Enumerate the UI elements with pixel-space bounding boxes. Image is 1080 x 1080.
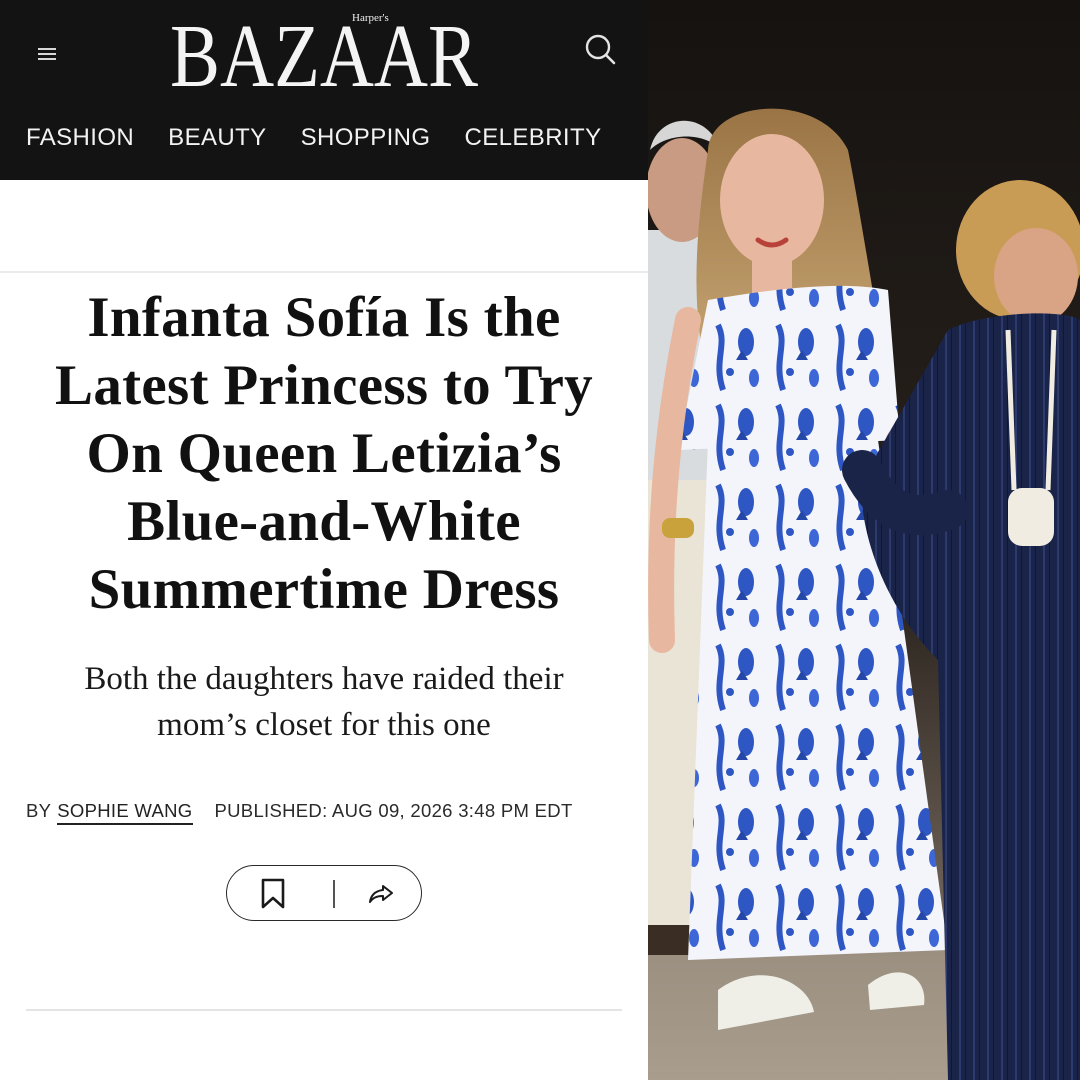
logo-wordmark: BAZAAR (170, 7, 478, 96)
nav-item-shopping[interactable]: SHOPPING (301, 124, 431, 152)
bookmark-icon (261, 878, 285, 909)
hamburger-menu-icon[interactable] (36, 44, 60, 64)
article-panel: Harper's BAZAAR FASHION BEAUTY SHOPPING … (0, 0, 648, 1080)
byline: BY SOPHIE WANG PUBLISHED: AUG 09, 2026 3:4… (26, 800, 573, 825)
headline-line: Infanta Sofía Is the (87, 286, 561, 349)
article-headline: Infanta Sofía Is the Latest Princess to … (14, 284, 634, 624)
divider-top (0, 271, 648, 273)
share-icon (369, 885, 393, 903)
published-date: PUBLISHED: AUG 09, 2026 3:48 PM EDT (214, 800, 573, 821)
divider-bottom (26, 1009, 622, 1011)
ad-placeholder (0, 180, 648, 272)
site-header: Harper's BAZAAR FASHION BEAUTY SHOPPING … (0, 0, 648, 180)
author-link[interactable]: SOPHIE WANG (57, 800, 193, 825)
headline-line: Summertime Dress (88, 558, 560, 621)
byline-prefix: BY (26, 800, 52, 821)
photo-illustration (648, 0, 1080, 1080)
headline-line: On Queen Letizia’s (86, 422, 562, 485)
article-dek: Both the daughters have raided their mom… (30, 656, 618, 748)
headline-line: Latest Princess to Try (55, 354, 593, 417)
primary-nav: FASHION BEAUTY SHOPPING CELEBRITY (26, 124, 601, 152)
actions-divider (333, 880, 335, 908)
dek-line: Both the daughters have raided their (84, 661, 564, 697)
headline-line: Blue-and-White (127, 490, 521, 553)
bookmark-button[interactable] (253, 876, 293, 912)
dek-line: mom’s closet for this one (157, 707, 491, 743)
bazaar-logo[interactable]: Harper's BAZAAR (168, 2, 482, 96)
nav-item-beauty[interactable]: BEAUTY (168, 124, 266, 152)
nav-item-celebrity[interactable]: CELEBRITY (465, 124, 602, 152)
share-button[interactable] (361, 876, 401, 912)
search-icon[interactable] (580, 30, 620, 70)
nav-item-fashion[interactable]: FASHION (26, 124, 134, 152)
article-photo[interactable] (648, 0, 1080, 1080)
article-actions (226, 865, 422, 921)
